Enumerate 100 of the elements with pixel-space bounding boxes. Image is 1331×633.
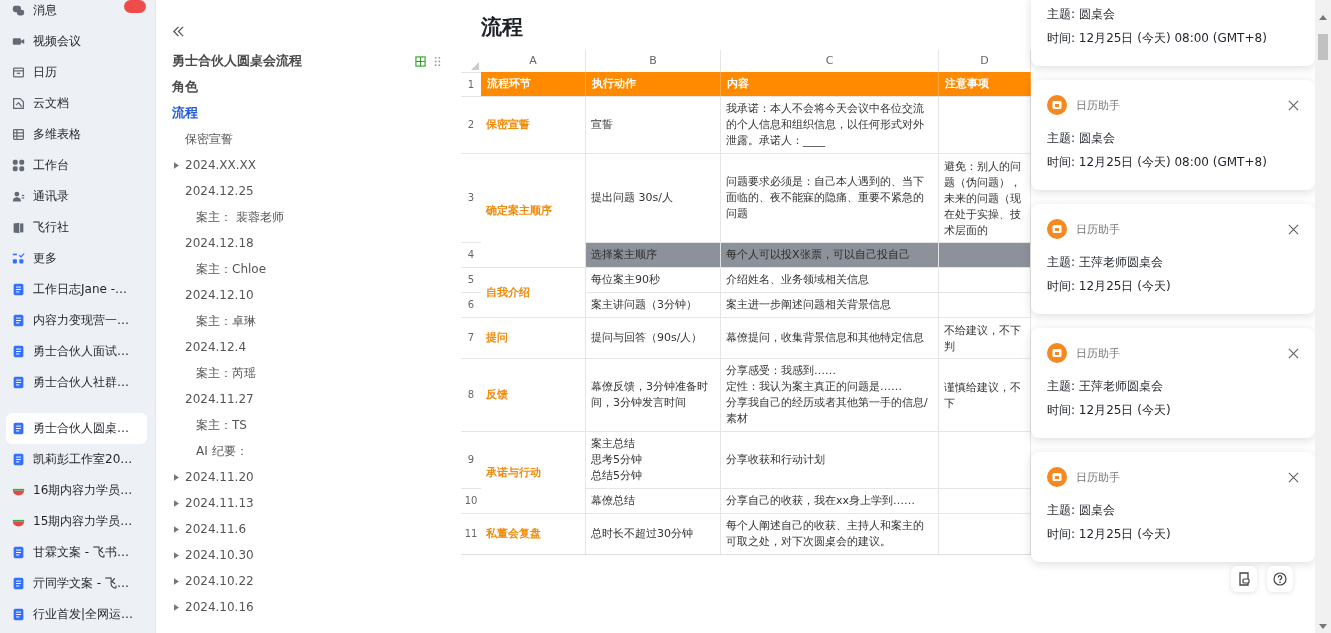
table-cell: 自我介绍 xyxy=(481,267,586,317)
outline-item[interactable]: 2024.11.6 xyxy=(185,522,247,536)
table-cell: 确定案主顺序 xyxy=(481,153,586,267)
caret-icon[interactable] xyxy=(174,525,179,533)
section-heading: 流程 xyxy=(481,14,523,41)
caret-icon[interactable] xyxy=(174,551,179,559)
calendar-icon xyxy=(12,66,25,79)
sidebar-item[interactable]: 多维表格 xyxy=(6,119,147,150)
outline-item[interactable]: 2024.12.25 xyxy=(185,184,254,198)
table-cell: 分享收获和行动计划 xyxy=(721,431,939,488)
cell-text-line: 定性：我认为案主真正的问题是…… xyxy=(726,379,903,395)
cell-text-line: 总结5分钟 xyxy=(591,468,642,484)
calendar-app-icon xyxy=(1047,219,1067,239)
scroll-up-icon[interactable] xyxy=(1319,15,1327,20)
caret-icon[interactable] xyxy=(174,161,179,169)
sidebar-item[interactable]: 视频会议 xyxy=(6,26,147,57)
table-cell: 幕僚总结 xyxy=(586,488,721,513)
grid-table-icon xyxy=(12,128,25,141)
sidebar-item[interactable]: 凯莉彭工作室20… xyxy=(6,444,147,475)
outline-item[interactable]: 2024.10.30 xyxy=(185,548,254,562)
outline-item[interactable]: 2024.12.10 xyxy=(185,288,254,302)
help-button[interactable] xyxy=(1267,566,1293,592)
calendar-app-icon xyxy=(1047,95,1067,115)
outline-item[interactable]: AI 纪要： xyxy=(196,442,248,460)
sidebar-item[interactable]: 16期内容力学员… xyxy=(6,475,147,506)
outline-item[interactable]: 2024.11.27 xyxy=(185,392,254,406)
outline-item[interactable]: 案主：TS xyxy=(196,416,247,434)
document-icon xyxy=(12,546,25,559)
sidebar-item[interactable]: 勇士合伙人社群… xyxy=(6,367,147,398)
document-icon xyxy=(12,422,25,435)
outline-item[interactable]: 案主：Chloe xyxy=(196,260,267,278)
sidebar-item[interactable]: 更多 xyxy=(6,243,147,274)
outline-item[interactable]: 2024.11.13 xyxy=(185,496,254,510)
caret-icon[interactable] xyxy=(174,499,179,507)
table-cell: 承诺与行动 xyxy=(481,431,586,513)
add-table-icon[interactable] xyxy=(415,55,426,67)
sidebar-item[interactable]: 亓同学文案 - 飞… xyxy=(6,568,147,599)
outline-item[interactable]: 2024.10.16 xyxy=(185,600,254,614)
book-icon xyxy=(12,221,25,234)
event-time: 时间: 12月25日 (今天) 08:00 (GMT+8) xyxy=(1047,30,1268,47)
row-number: 8 xyxy=(461,358,481,431)
drag-handle-icon[interactable] xyxy=(432,55,443,67)
close-icon[interactable] xyxy=(1288,99,1299,111)
table-cell: 每位案主90秒 xyxy=(586,267,721,292)
header-cell: 流程环节 xyxy=(481,72,586,96)
sidebar-item[interactable]: 工作日志Jane -… xyxy=(6,274,147,305)
scrollbar-thumb[interactable] xyxy=(1318,34,1328,60)
event-time: 时间: 12月25日 (今天) xyxy=(1047,278,1172,295)
document-button[interactable] xyxy=(1231,566,1257,592)
outline-item[interactable]: 案主：卓琳 xyxy=(196,312,256,330)
row-number: 7 xyxy=(461,317,481,358)
sidebar-item[interactable]: 15期内容力学员… xyxy=(6,506,147,537)
sidebar-item[interactable]: 甘霖文案 - 飞书… xyxy=(6,537,147,568)
caret-icon[interactable] xyxy=(174,577,179,585)
table-cell: 反馈 xyxy=(481,358,586,431)
event-time: 时间: 12月25日 (今天) 08:00 (GMT+8) xyxy=(1047,154,1268,171)
outline-item[interactable]: 案主：芮瑶 xyxy=(196,364,256,382)
outline-item[interactable]: 保密宣誓 xyxy=(185,130,233,148)
document-icon xyxy=(12,283,25,296)
app-name: 日历助手 xyxy=(1076,345,1121,361)
collapse-icon[interactable] xyxy=(172,26,185,37)
app-name: 日历助手 xyxy=(1076,97,1121,113)
event-time: 时间: 12月25日 (今天) xyxy=(1047,526,1172,543)
cell-text-line: 分享我自己的经历或者其他第一手的信息/素材 xyxy=(726,395,929,427)
sidebar-item[interactable]: 内容力变现营一… xyxy=(6,305,147,336)
outline-item[interactable]: 2024.XX.XX xyxy=(185,158,257,172)
outline-item[interactable]: 流程 xyxy=(172,100,198,126)
outline-item[interactable]: 角色 xyxy=(172,74,198,100)
sidebar-item[interactable]: 飞行社 xyxy=(6,212,147,243)
sidebar-item[interactable]: 勇士合伙人面试… xyxy=(6,336,147,367)
folder-icon xyxy=(12,97,25,110)
table-cell: 案主讲问题（3分钟） xyxy=(586,292,721,317)
sidebar-item[interactable]: 消息 xyxy=(6,0,147,26)
close-icon[interactable] xyxy=(1288,223,1299,235)
sidebar-item[interactable]: 云文档 xyxy=(6,88,147,119)
sidebar-item[interactable]: 工作台 xyxy=(6,150,147,181)
sidebar-item[interactable]: 勇士合伙人圆桌… xyxy=(6,413,147,444)
caret-icon[interactable] xyxy=(174,603,179,611)
table-cell: 幕僚反馈，3分钟准备时间，3分钟发言时间 xyxy=(586,358,721,431)
scroll-down-icon[interactable] xyxy=(1319,624,1327,629)
app-name: 日历助手 xyxy=(1076,221,1121,237)
sidebar-item[interactable]: 日历 xyxy=(6,57,147,88)
caret-icon[interactable] xyxy=(174,473,179,481)
scrollbar[interactable] xyxy=(1315,0,1331,633)
chat-bubble-icon xyxy=(12,4,25,17)
event-time: 时间: 12月25日 (今天) xyxy=(1047,402,1172,419)
sidebar-item[interactable]: 通讯录 xyxy=(6,181,147,212)
close-icon[interactable] xyxy=(1288,347,1299,359)
outline-item[interactable]: 案主： 裴蓉老师 xyxy=(196,208,284,226)
document-icon xyxy=(12,608,25,621)
cell-text-line: 思考5分钟 xyxy=(591,452,642,468)
table-cell: 案主进一步阐述问题相关背景信息 xyxy=(721,292,939,317)
outline-item[interactable]: 2024.12.4 xyxy=(185,340,247,354)
row-number: 10 xyxy=(461,488,481,513)
sidebar-item[interactable]: 行业首发|全网运… xyxy=(6,599,147,630)
table-cell: 每个人可以投X张票，可以自己投自己 xyxy=(721,242,939,267)
outline-item[interactable]: 2024.10.22 xyxy=(185,574,254,588)
close-icon[interactable] xyxy=(1288,471,1299,483)
outline-item[interactable]: 2024.12.18 xyxy=(185,236,254,250)
outline-item[interactable]: 2024.11.20 xyxy=(185,470,254,484)
